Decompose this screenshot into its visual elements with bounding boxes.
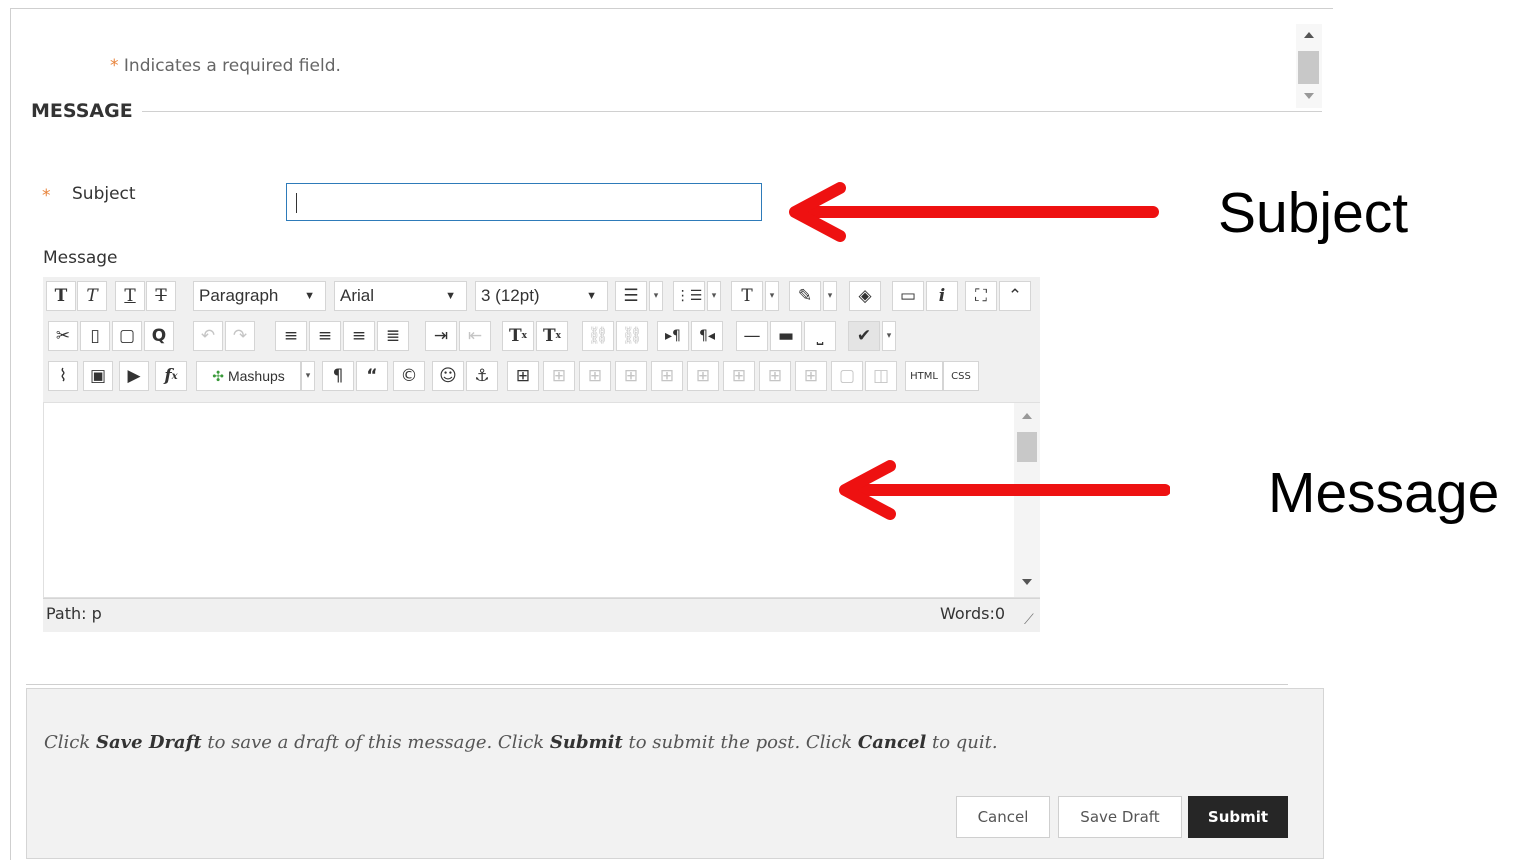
undo-icon[interactable]: ↶ [193,321,223,351]
align-left-icon[interactable]: ≡ [275,321,307,351]
instr-submit: Submit [549,732,623,753]
anchor-icon[interactable]: ⚓ [466,361,498,391]
instr-text: to quit. [926,732,998,753]
message-arrow-icon [839,460,1170,520]
submit-button[interactable]: Submit [1188,796,1288,838]
mashups-icon: ✣ [212,367,224,384]
paste-icon[interactable]: ▢ [112,321,142,351]
insert-media-icon[interactable]: ▶ [119,361,149,391]
subject-annotation: Subject [1218,181,1409,245]
strikethrough-icon[interactable]: T [146,281,176,311]
word-count: Words:0 [940,604,1006,623]
resize-grip-icon[interactable]: ⟋ [1024,612,1034,628]
instr-text: Click [44,732,96,753]
subject-required-star: * [42,186,51,206]
ltr-direction-icon[interactable]: ▸¶ [657,321,689,351]
table-row-props-icon[interactable]: ⊞ [543,361,575,391]
subject-label: Subject [72,184,136,204]
italic-icon[interactable]: T [77,281,107,311]
mashups-button[interactable]: ✣ Mashups [196,361,301,391]
message-annotation: Message [1268,461,1500,525]
numbered-list-dropdown-icon[interactable]: ▾ [707,281,721,311]
paragraph-format-value: Paragraph [199,286,279,305]
page-scrollbar[interactable] [1296,24,1322,108]
insert-table-icon[interactable]: ⊞ [507,361,539,391]
editor-path: Path: p [46,604,102,623]
horizontal-rule-icon[interactable]: — [736,321,768,351]
section-title: MESSAGE [31,100,133,122]
text-color-icon[interactable]: T [731,281,763,311]
mashups-dropdown-icon[interactable]: ▾ [301,361,315,391]
insert-row-after-icon[interactable]: ⊞ [651,361,683,391]
message-label: Message [43,248,118,268]
bold-icon[interactable]: T [46,281,76,311]
footer-instructions: Click Save Draft to save a draft of this… [44,732,998,753]
underline-icon[interactable]: T [115,281,145,311]
chevron-down-icon: ▼ [445,290,456,302]
redo-icon[interactable]: ↷ [225,321,255,351]
bullet-list-icon[interactable]: ☰ [615,281,647,311]
subject-input[interactable] [286,183,762,221]
table-cell-props-icon[interactable]: ⊞ [579,361,611,391]
align-justify-icon[interactable]: ≣ [377,321,409,351]
scroll-up-arrow-icon[interactable] [1304,32,1314,38]
emoticon-icon[interactable]: ☺ [432,361,464,391]
font-size-select[interactable]: 3 (12pt) ▼ [475,281,608,311]
insert-row-before-icon[interactable]: ⊞ [615,361,647,391]
instr-text: to save a draft of this message. Click [201,732,550,753]
required-star: * [110,56,119,76]
align-right-icon[interactable]: ≡ [343,321,375,351]
scroll-down-arrow-icon[interactable] [1304,93,1314,99]
font-family-value: Arial [340,286,375,305]
attachment-icon[interactable]: ⌇ [48,361,78,391]
outdent-icon[interactable]: ⇤ [459,321,491,351]
rtl-direction-icon[interactable]: ¶◂ [691,321,723,351]
link-icon[interactable]: ⛓ [582,321,614,351]
math-function-icon[interactable]: fx [155,361,187,391]
mashups-label: Mashups [227,368,285,384]
font-family-select[interactable]: Arial ▼ [334,281,467,311]
instr-save-draft: Save Draft [96,732,202,753]
numbered-list-icon[interactable]: ⋮☰ [673,281,705,311]
required-field-note: * Indicates a required field. [110,56,341,76]
font-size-value: 3 (12pt) [481,286,540,305]
insert-col-before-icon[interactable]: ⊞ [723,361,755,391]
superscript-icon[interactable]: Tx [502,321,534,351]
chevron-down-icon: ▼ [586,290,597,302]
paragraph-format-select[interactable]: Paragraph ▼ [193,281,326,311]
indent-icon[interactable]: ⇥ [425,321,457,351]
copy-icon[interactable]: ▯ [80,321,110,351]
unlink-icon[interactable]: ⛓ [616,321,648,351]
editor-statusbar [43,598,1040,632]
text-caret [296,193,297,213]
scroll-down-arrow-icon[interactable] [1022,579,1032,585]
cancel-button[interactable]: Cancel [956,796,1050,838]
delete-row-icon[interactable]: ⊞ [687,361,719,391]
annotation-arrows [789,182,1170,520]
section-divider [142,111,1322,112]
save-draft-button[interactable]: Save Draft [1058,796,1182,838]
special-character-icon[interactable]: © [393,361,425,391]
subscript-icon[interactable]: Tx [536,321,568,351]
scrollbar-thumb[interactable] [1298,51,1319,84]
align-center-icon[interactable]: ≡ [309,321,341,351]
bullet-list-dropdown-icon[interactable]: ▾ [649,281,663,311]
chevron-down-icon: ▼ [304,290,315,302]
insert-image-icon[interactable]: ▣ [83,361,113,391]
cut-icon[interactable]: ✂ [48,321,78,351]
footer-divider [26,684,1288,685]
find-icon[interactable]: Q [144,321,174,351]
subject-arrow-icon [789,182,1159,242]
show-blocks-icon[interactable]: ¶ [322,361,354,391]
blockquote-icon[interactable]: “ [356,361,388,391]
instr-cancel: Cancel [857,732,927,753]
instr-text: to submit the post. Click [622,732,858,753]
required-note-text: Indicates a required field. [123,56,341,76]
